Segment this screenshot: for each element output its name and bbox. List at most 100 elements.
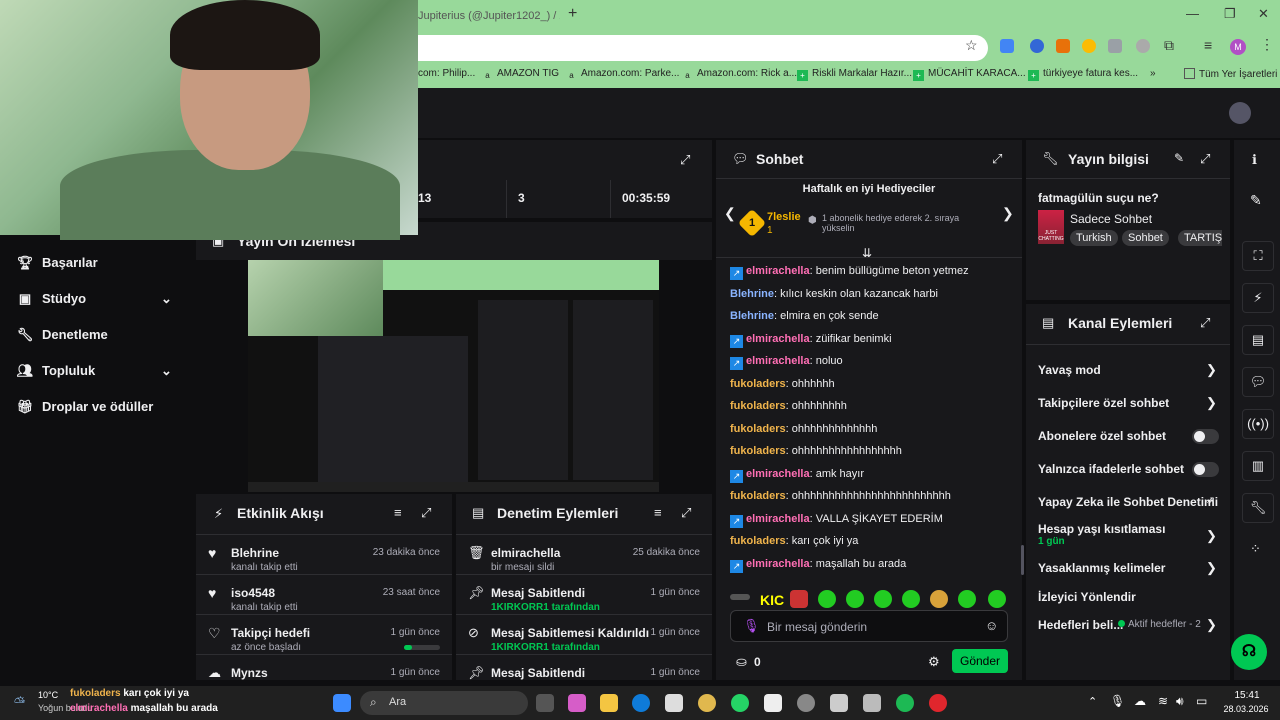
puzzle-icon[interactable]: ⧉ [1164,37,1174,54]
bookmark-item[interactable]: + türkiyeye fatura kes... [1028,68,1138,81]
collapse-arrow-icon[interactable]: ⇊ [862,246,872,260]
subscribers-only-toggle[interactable] [1192,429,1219,444]
points-icon[interactable]: ⛀ [736,654,747,670]
tag[interactable]: TARTIŞ [1178,230,1222,246]
sidebar-item-community[interactable]: 👥︎ Topluluk ⌄ [16,363,172,379]
media-icon[interactable]: ≡ [1204,37,1212,53]
whatsapp-icon[interactable] [731,694,749,712]
external-link-icon[interactable]: ⇗ [1206,494,1215,507]
emote-icon[interactable] [930,590,948,608]
chat-message[interactable]: fukoladers: karı çok iyi ya [730,535,858,547]
tray-chevron-icon[interactable]: ⌃ [1088,695,1097,708]
category-name[interactable]: Sadece Sohbet [1070,212,1152,226]
wifi-icon[interactable]: ≋ [1158,694,1168,708]
activity-item[interactable]: ☁ Mynzs 1 gün önce [196,654,452,680]
chrome-icon[interactable] [698,694,716,712]
chevron-right-icon[interactable]: ❯ [1206,395,1217,411]
chevron-right-icon[interactable]: ❯ [1002,205,1014,222]
profile-avatar[interactable]: M [1230,39,1246,55]
chat-message[interactable]: Blehrine: elmira en çok sende [730,310,879,322]
calculator-icon[interactable] [830,694,848,712]
menu-dots-icon[interactable]: ⋮ [1260,36,1274,53]
clock-time[interactable]: 15:41 [1222,690,1272,701]
emote-placeholder[interactable] [730,594,750,600]
taskbar-search[interactable]: ⌕ Ara [360,691,528,715]
bookmark-item[interactable]: com: Philip... [418,68,475,79]
browser-tab[interactable]: Jupiterius (@Jupiter1202_) / X ✕ [400,6,560,28]
top-gifter-name[interactable]: 7leslie [767,211,801,223]
chat-message[interactable]: ↗ elmirachella: noluo [730,355,843,370]
chat-message[interactable]: Blehrine: kılıcı keskin olan kazancak ha… [730,288,938,300]
edge-icon[interactable] [632,694,650,712]
action-goals[interactable]: Hedefleri beli... [1038,618,1123,632]
category-art[interactable]: JUST CHATTING [1038,210,1064,244]
activity-item[interactable]: ♥ Blehrine kanalı takip etti 23 dakika ö… [196,534,452,574]
support-headset-icon[interactable]: ☊ [1231,634,1267,670]
minimize-icon[interactable]: — [1186,6,1199,21]
filter-icon[interactable]: ≡ [654,505,662,520]
emoji-icon[interactable]: ☺ [985,618,998,633]
popout-icon[interactable]: ⤢ [421,505,431,521]
tag[interactable]: Sohbet [1122,230,1169,246]
action-followers-only[interactable]: Takipçilere özel sohbet [1038,396,1169,410]
restore-icon[interactable]: ❐ [1224,6,1236,22]
action-banned-words[interactable]: Yasaklanmış kelimeler [1038,561,1165,575]
app-icon[interactable] [764,694,782,712]
chat-message[interactable]: ↗ elmirachella: benim büllügüme beton yet… [730,265,969,280]
weather-icon[interactable]: ⛅︎ [14,694,25,711]
chat-message[interactable]: fukoladers: ohhhhhh [730,378,835,390]
chat-message[interactable]: ↗ elmirachella: VALLA ŞİKAYET EDERİM [730,513,943,528]
microphone-icon[interactable]: 🎙︎ [743,618,760,634]
file-explorer-icon[interactable] [600,694,618,712]
emote-icon[interactable] [988,590,1006,608]
mic-muted-icon[interactable]: 🎙︎ [1110,694,1125,708]
chat-bubble-icon[interactable]: 💬︎ [1242,367,1274,397]
activity-item[interactable]: ♡ Takipçi hedefi az önce başladı 1 gün ö… [196,614,452,654]
sidebar-item-achievements[interactable]: 🏆︎ Başarılar [16,255,98,271]
activity-item[interactable]: ♥ iso4548 kanalı takip etti 23 saat önce [196,574,452,614]
chat-message[interactable]: ↗ elmirachella: amk hayır [730,468,864,483]
action-raid[interactable]: İzleyici Yönlendir [1038,590,1136,604]
obs-icon[interactable] [797,694,815,712]
shield-extension-icon[interactable] [1108,39,1122,53]
scene-icon[interactable]: ⛶ [1242,241,1274,271]
bookmark-item[interactable]: + MÜCAHİT KARACA... [913,68,1026,81]
emote-only-toggle[interactable] [1192,462,1219,477]
extension-icon[interactable] [1136,39,1150,53]
popout-icon[interactable]: ⤢ [1200,315,1210,331]
chat-message[interactable]: fukoladers: ohhhhhhhhhhhhhhhhh [730,445,902,457]
info-icon[interactable]: ℹ [1252,152,1257,168]
bookmark-item[interactable]: + Riskli Markalar Hazır... [797,68,912,81]
extension-icon[interactable] [1082,39,1096,53]
moderation-item[interactable]: 📌︎ Mesaj Sabitlendi 1 gün önce [456,654,712,680]
action-slow-mode[interactable]: Yavaş mod [1038,363,1101,377]
chevron-right-icon[interactable]: ❯ [1206,560,1217,576]
action-account-age[interactable]: Hesap yaşı kısıtlaması [1038,522,1165,536]
new-tab-icon[interactable]: + [568,5,577,23]
extension-icon[interactable] [1030,39,1044,53]
emote-icon[interactable] [958,590,976,608]
stream-preview-video[interactable] [248,260,659,492]
popout-icon[interactable]: ⤢ [1200,151,1210,167]
bookmark-item[interactable]: a Amazon.com: Parke... [566,68,679,81]
layout-icon[interactable]: ▥ [1242,451,1274,481]
moderation-item[interactable]: 📌︎ Mesaj Sabitlendi 1KIRKORR1 tarafından… [456,574,712,614]
emote-icon[interactable] [874,590,892,608]
app-icon[interactable] [863,694,881,712]
task-view-icon[interactable] [536,694,554,712]
cloud-tray-icon[interactable]: ☁ [1134,694,1146,708]
chat-message[interactable]: fukoladers: ohhhhhhhh [730,400,847,412]
action-ai-moderation[interactable]: Yapay Zeka ile Sohbet Denetimi [1038,495,1218,509]
copilot-icon[interactable] [568,694,586,712]
chat-scrollbar[interactable] [1021,545,1024,575]
filter-icon[interactable]: ≡ [394,505,402,520]
edit-pencil-icon[interactable]: ✎ [1174,151,1184,165]
all-bookmarks[interactable]: Tüm Yer İşaretleri [1184,68,1277,80]
close-window-icon[interactable]: ✕ [1258,6,1269,22]
sidebar-item-moderation[interactable]: 🔧︎ Denetleme [16,327,108,343]
emote-icon[interactable] [902,590,920,608]
popout-icon[interactable]: ⤢ [681,505,691,521]
notes-icon[interactable]: ▤ [1242,325,1274,355]
chevron-right-icon[interactable]: ❯ [1206,362,1217,378]
bookmark-star-icon[interactable]: ☆ [965,37,978,54]
